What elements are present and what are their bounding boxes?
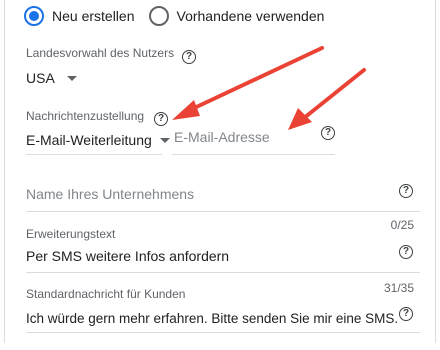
arrow-to-email-field	[288, 68, 366, 130]
annotation-arrows	[172, 46, 366, 130]
arrow-to-delivery-help	[172, 46, 324, 120]
